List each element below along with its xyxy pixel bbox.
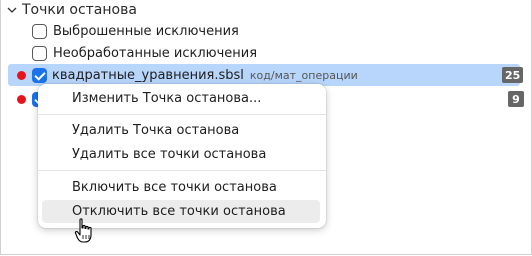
breakpoints-section-header[interactable]: Точки останова bbox=[6, 0, 137, 20]
exception-label: Выброшенные исключения bbox=[53, 23, 239, 39]
menu-item-delete-all-breakpoints[interactable]: Удалить все точки останова bbox=[42, 143, 320, 166]
menu-item-delete-breakpoint[interactable]: Удалить Точка останова bbox=[42, 119, 320, 142]
checkbox[interactable] bbox=[32, 23, 47, 39]
menu-item-enable-all-breakpoints[interactable]: Включить все точки останова bbox=[42, 176, 320, 199]
breakpoint-checkbox[interactable] bbox=[32, 67, 47, 83]
menu-item-edit-breakpoint[interactable]: Изменить Точка останова... bbox=[42, 87, 320, 110]
checkbox[interactable] bbox=[32, 45, 47, 61]
breakpoint-path: код/мат_операции bbox=[249, 68, 358, 82]
breakpoint-dot-icon bbox=[17, 70, 26, 80]
context-menu: Изменить Точка останова... Удалить Точка… bbox=[38, 84, 326, 228]
exception-row-thrown[interactable]: Выброшенные исключения bbox=[32, 20, 239, 42]
breakpoint-row[interactable]: квадратные_уравнения.sbsl код/мат_операц… bbox=[8, 64, 524, 86]
exception-label: Необработанные исключения bbox=[53, 45, 258, 61]
menu-separator bbox=[38, 170, 326, 171]
section-title: Точки останова bbox=[22, 2, 137, 18]
hand-cursor-icon bbox=[74, 218, 92, 243]
menu-separator bbox=[38, 114, 326, 115]
chevron-down-icon[interactable] bbox=[6, 4, 18, 16]
hit-count-badge: 9 bbox=[508, 91, 524, 107]
breakpoint-dot-icon bbox=[17, 94, 26, 104]
exception-row-unhandled[interactable]: Необработанные исключения bbox=[32, 42, 257, 64]
breakpoint-file: квадратные_уравнения.sbsl bbox=[52, 67, 244, 83]
hit-count-badge: 25 bbox=[502, 67, 524, 83]
